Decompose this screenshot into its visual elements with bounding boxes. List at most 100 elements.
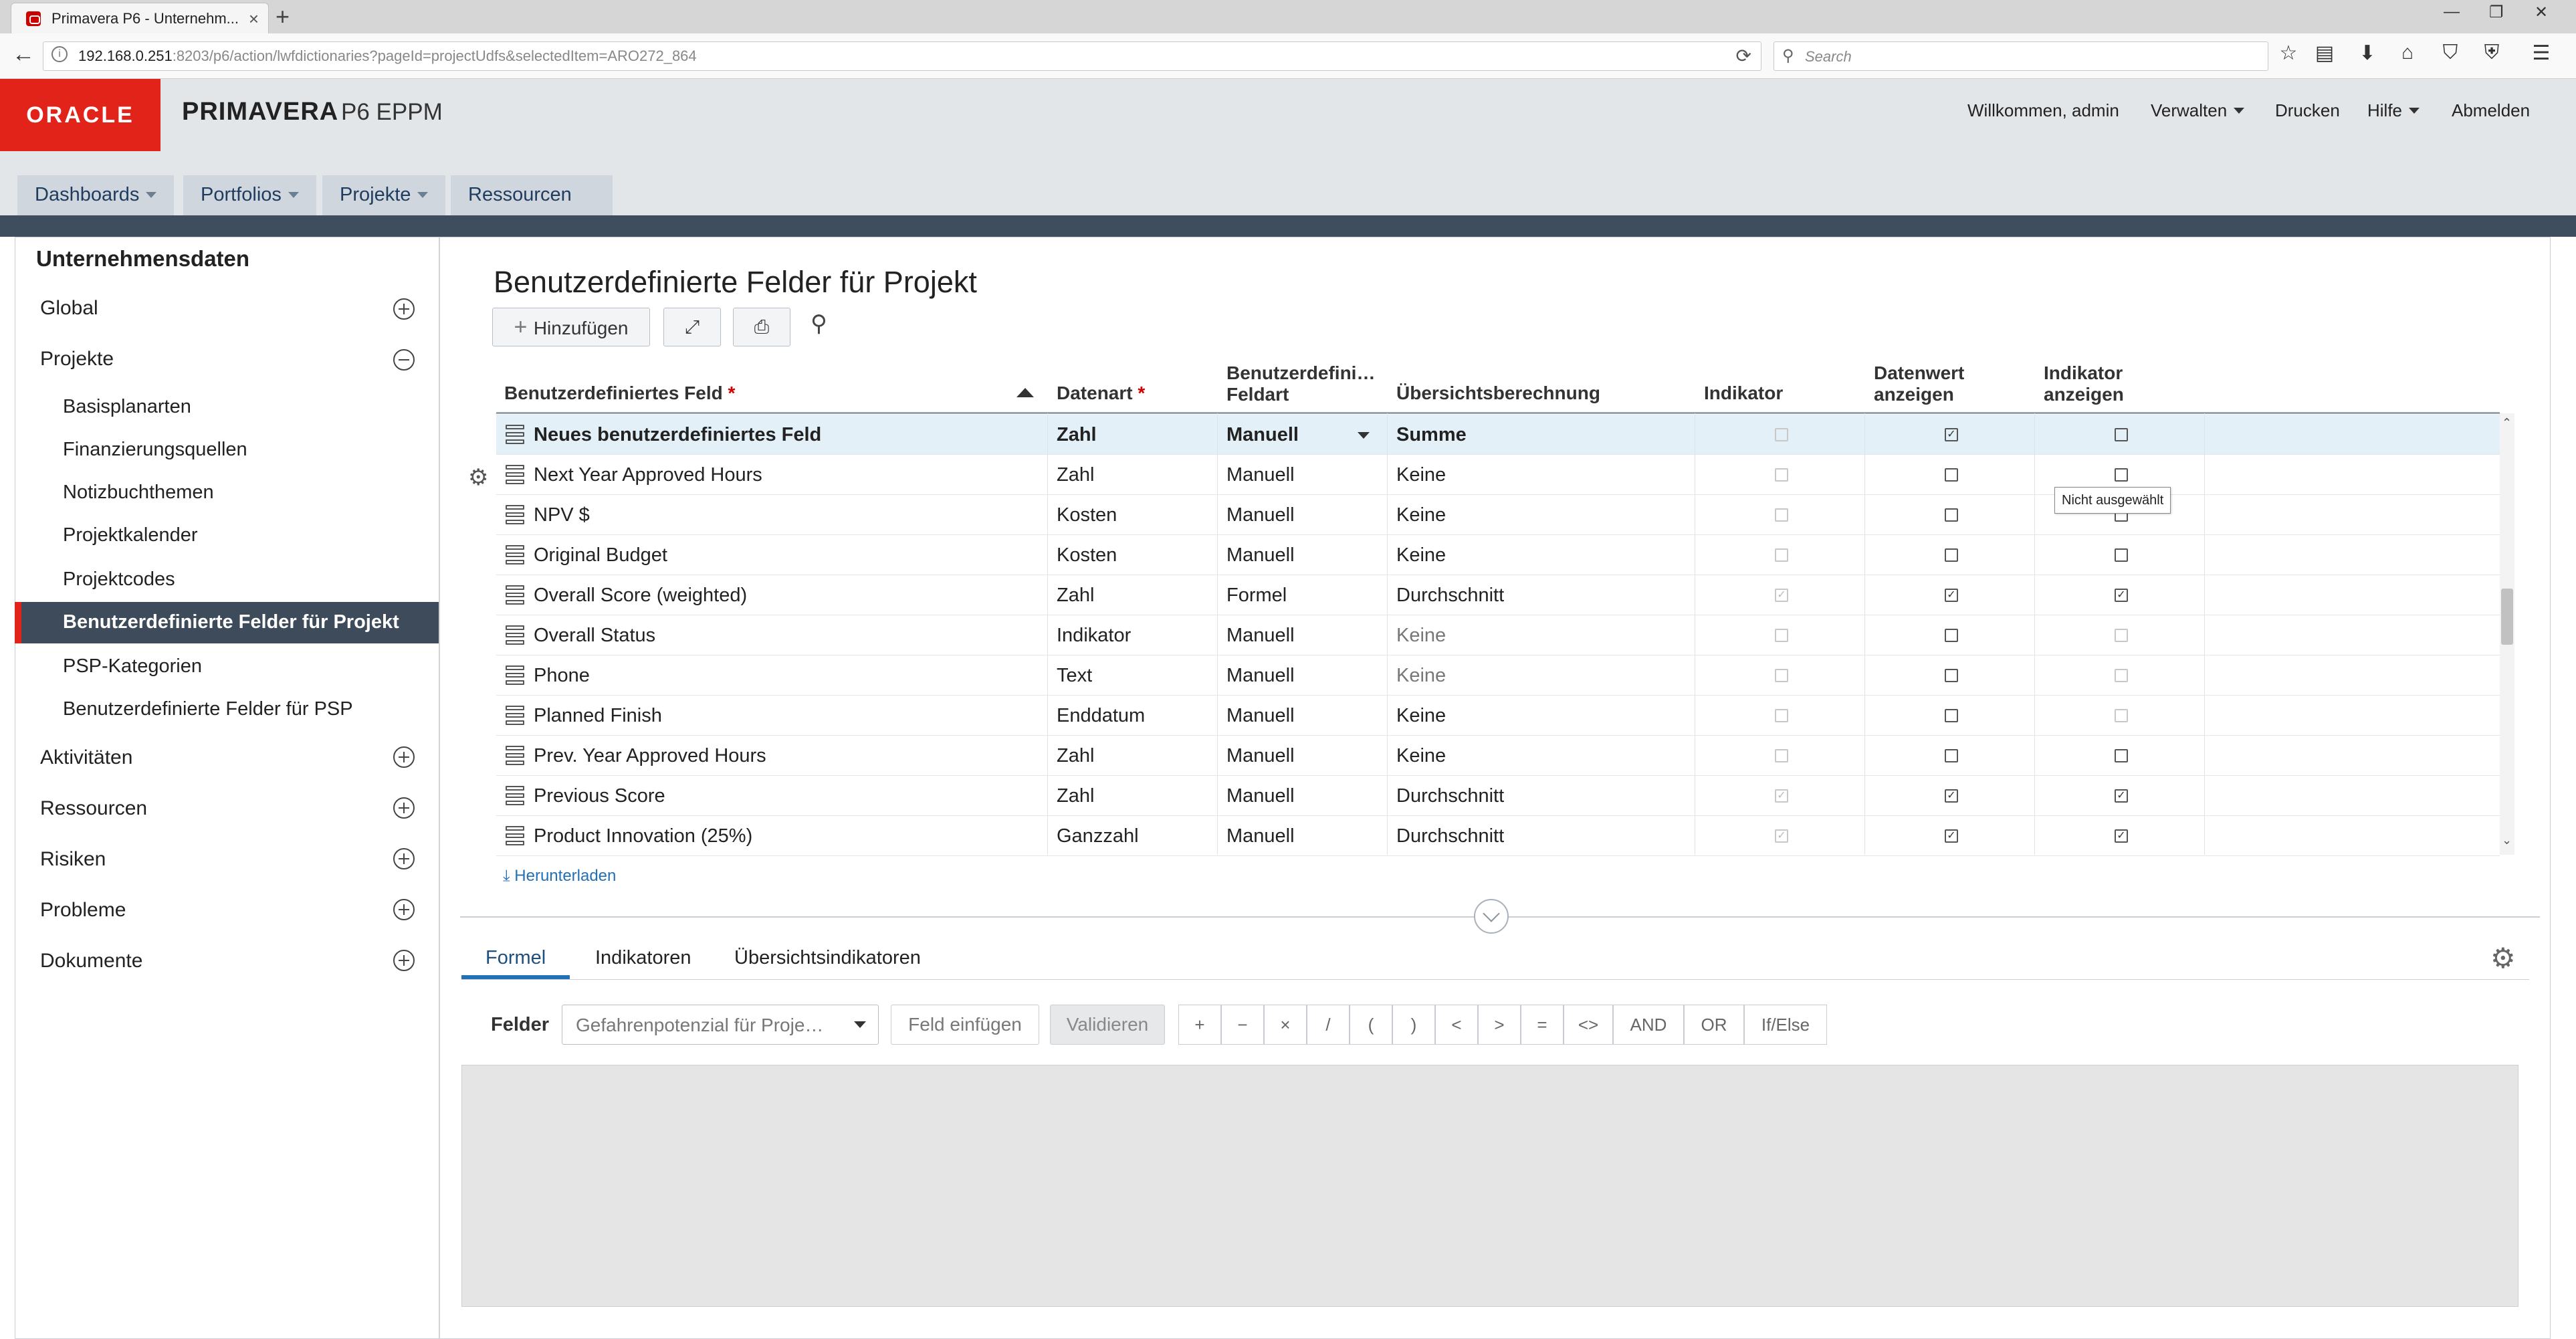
expand-ressourcen-icon[interactable] <box>393 797 415 819</box>
operator-button[interactable]: − <box>1221 1005 1264 1045</box>
show-value-checkbox[interactable] <box>1945 548 1958 562</box>
close-tab-icon[interactable]: × <box>249 9 259 29</box>
menu-hamburger-icon[interactable]: ☰ <box>2528 41 2555 71</box>
cell-datatype[interactable]: Zahl <box>1057 776 1217 816</box>
show-indicator-checkbox[interactable] <box>2115 749 2128 762</box>
cell-summary[interactable]: Keine <box>1396 495 1691 535</box>
home-icon[interactable]: ⌂ <box>2394 41 2421 71</box>
cell-datatype[interactable]: Zahl <box>1057 736 1217 776</box>
cell-summary[interactable]: Durchschnitt <box>1396 575 1691 615</box>
sidebar-sub-psp-udfs[interactable]: Benutzerdefinierte Felder für PSP <box>63 698 353 720</box>
operator-button[interactable]: <> <box>1564 1005 1613 1045</box>
table-row[interactable]: Prev. Year Approved Hours Zahl Manuell Kein… <box>496 736 2500 776</box>
cell-fieldtype[interactable]: Manuell <box>1226 736 1360 776</box>
insert-field-button[interactable]: Feld einfügen <box>891 1005 1039 1045</box>
sidebar-item-probleme[interactable]: Probleme <box>40 899 126 922</box>
expand-view-button[interactable]: ⤢ <box>663 308 721 346</box>
address-bar[interactable]: i 192.168.0.251:8203/p6/action/lwfdictio… <box>43 41 1761 71</box>
manage-menu[interactable]: Verwalten <box>2151 100 2244 121</box>
table-row[interactable]: Overall Score (weighted) Zahl Formel Durchs… <box>496 575 2500 615</box>
tab-projekte[interactable]: Projekte <box>322 175 446 215</box>
col-header-datatype[interactable]: Datenart * <box>1057 383 1145 404</box>
cell-summary[interactable]: Summe <box>1396 415 1691 455</box>
operator-button[interactable]: / <box>1307 1005 1350 1045</box>
collapse-panel-chevron-icon[interactable] <box>1474 899 1509 934</box>
settings-gear-icon[interactable]: ⚙ <box>2490 942 2516 974</box>
logout-link[interactable]: Abmelden <box>2452 100 2530 121</box>
show-value-checkbox[interactable] <box>1945 709 1958 722</box>
operator-button[interactable]: × <box>1264 1005 1307 1045</box>
cell-fieldtype[interactable]: Manuell <box>1226 495 1360 535</box>
print-button[interactable]: ⎙ <box>733 308 790 346</box>
search-icon[interactable]: ⚲ <box>811 310 827 337</box>
help-menu[interactable]: Hilfe <box>2367 100 2420 121</box>
cell-datatype[interactable]: Ganzzahl <box>1057 816 1217 856</box>
grid-scrollbar-thumb[interactable] <box>2501 589 2513 645</box>
table-row[interactable]: Neues benutzerdefiniertes Feld Zahl Manuel… <box>496 415 2500 455</box>
col-header-show-indicator[interactable]: Indikator anzeigen <box>2044 363 2124 405</box>
fieldtype-dropdown-arrow-icon[interactable] <box>1358 432 1370 439</box>
formula-editor[interactable] <box>461 1065 2518 1307</box>
show-value-checkbox[interactable] <box>1945 468 1958 482</box>
operator-button[interactable]: OR <box>1684 1005 1744 1045</box>
row-settings-gear-icon[interactable]: ⚙ <box>468 464 488 491</box>
download-link[interactable]: ⤓ Herunterladen <box>503 867 616 886</box>
col-header-summary[interactable]: Übersichtsberechnung <box>1396 383 1600 404</box>
cell-field-name[interactable]: Phone <box>534 655 1042 696</box>
cell-datatype[interactable]: Text <box>1057 655 1217 696</box>
cell-fieldtype[interactable]: Manuell <box>1226 655 1360 696</box>
expand-risiken-icon[interactable] <box>393 848 415 869</box>
browser-tab[interactable]: Primavera P6 - Unternehm... × <box>11 3 269 33</box>
show-indicator-checkbox[interactable] <box>2115 468 2128 482</box>
sidebar-item-ressourcen[interactable]: Ressourcen <box>40 797 147 820</box>
col-header-indicator[interactable]: Indikator <box>1704 383 1783 404</box>
expand-probleme-icon[interactable] <box>393 899 415 920</box>
cell-summary[interactable]: Keine <box>1396 736 1691 776</box>
cell-fieldtype[interactable]: Manuell <box>1226 696 1360 736</box>
show-value-checkbox[interactable] <box>1945 669 1958 682</box>
download-icon[interactable]: ⬇ <box>2354 41 2381 71</box>
reading-list-icon[interactable]: ▤ <box>2311 41 2338 71</box>
sidebar-item-global[interactable]: Global <box>40 297 98 320</box>
cell-field-name[interactable]: Previous Score <box>534 776 1042 816</box>
operator-button[interactable]: ( <box>1350 1005 1392 1045</box>
show-indicator-checkbox[interactable]: ✓ <box>2115 789 2128 803</box>
cell-field-name[interactable]: Next Year Approved Hours <box>534 455 1042 495</box>
tab-portfolios[interactable]: Portfolios <box>183 175 316 215</box>
scroll-down-arrow-icon[interactable]: ⌄ <box>2502 833 2512 847</box>
add-button[interactable]: + Hinzufügen <box>492 308 650 346</box>
expand-dokumente-icon[interactable] <box>393 950 415 971</box>
back-arrow-icon[interactable]: ← <box>12 41 35 68</box>
sidebar-sub-psp-kategorien[interactable]: PSP-Kategorien <box>63 655 202 678</box>
col-header-fieldtype[interactable]: Benutzerdefini… Feldart <box>1226 363 1375 405</box>
show-value-checkbox[interactable] <box>1945 629 1958 642</box>
cell-summary[interactable]: Durchschnitt <box>1396 816 1691 856</box>
fields-dropdown[interactable]: Gefahrenpotenzial für Proje… <box>562 1005 879 1045</box>
col-header-field[interactable]: Benutzerdefiniertes Feld * <box>504 383 735 404</box>
cell-fieldtype[interactable]: Manuell <box>1226 415 1360 455</box>
table-row[interactable]: Next Year Approved Hours Zahl Manuell Keine <box>496 455 2500 495</box>
cell-summary[interactable]: Durchschnitt <box>1396 776 1691 816</box>
col-header-show-value[interactable]: Datenwert anzeigen <box>1874 363 1964 405</box>
cell-fieldtype[interactable]: Formel <box>1226 575 1360 615</box>
show-value-checkbox[interactable]: ✓ <box>1945 829 1958 843</box>
sidebar-sub-basisplanarten[interactable]: Basisplanarten <box>63 396 191 418</box>
show-indicator-checkbox[interactable]: ✓ <box>2115 589 2128 602</box>
cell-field-name[interactable]: NPV $ <box>534 495 1042 535</box>
tab-uebersichtsindikatoren[interactable]: Übersichtsindikatoren <box>734 947 921 979</box>
new-tab-button[interactable]: + <box>276 3 290 31</box>
sidebar-sub-projektcodes[interactable]: Projektcodes <box>63 569 175 591</box>
show-value-checkbox[interactable] <box>1945 508 1958 522</box>
show-indicator-checkbox[interactable] <box>2115 548 2128 562</box>
sidebar-item-aktivitaeten[interactable]: Aktivitäten <box>40 746 132 769</box>
show-value-checkbox[interactable]: ✓ <box>1945 789 1958 803</box>
print-link[interactable]: Drucken <box>2275 100 2340 121</box>
table-row[interactable]: Previous Score Zahl Manuell Durchschnitt ✓ ✓ ✓ <box>496 776 2500 816</box>
cell-field-name[interactable]: Original Budget <box>534 535 1042 575</box>
show-value-checkbox[interactable]: ✓ <box>1945 428 1958 441</box>
cell-datatype[interactable]: Kosten <box>1057 495 1217 535</box>
table-row[interactable]: Original Budget Kosten Manuell Keine <box>496 535 2500 575</box>
table-row[interactable]: Phone Text Manuell Keine <box>496 655 2500 696</box>
show-value-checkbox[interactable] <box>1945 749 1958 762</box>
cell-datatype[interactable]: Zahl <box>1057 455 1217 495</box>
